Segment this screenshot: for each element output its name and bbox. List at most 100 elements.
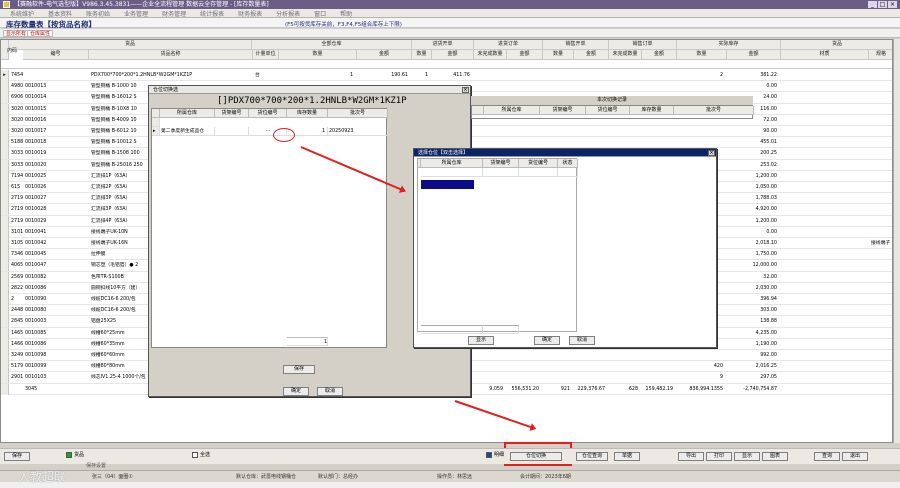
cell-a3[interactable]	[507, 70, 541, 81]
document-button[interactable]: 单据	[614, 452, 640, 461]
sel-filter-location[interactable]	[519, 168, 558, 177]
loc-col-batch[interactable]: 批次号	[328, 109, 388, 118]
cell-a4[interactable]	[574, 372, 607, 383]
cell-spec[interactable]	[869, 283, 892, 294]
cell-a6[interactable]: 12,000.00	[727, 260, 779, 271]
chart-button[interactable]: 图表	[762, 452, 788, 461]
cell-a4[interactable]	[574, 361, 607, 372]
col-actual-qty[interactable]: 数量	[677, 50, 727, 60]
cell-a5[interactable]: 159,482.19	[642, 384, 675, 395]
cell-a6[interactable]: 32.00	[727, 272, 779, 283]
cell-q3[interactable]	[474, 372, 505, 383]
cell-code[interactable]: 0010028	[23, 204, 89, 215]
cell-a6[interactable]: 1,200.00	[727, 171, 779, 182]
sel-col-warehouse[interactable]: 所属仓库	[421, 159, 483, 168]
cell-spec[interactable]	[869, 316, 892, 327]
cell-id[interactable]: 2448	[9, 305, 23, 316]
cell-code[interactable]: 0010019	[23, 148, 89, 159]
cell-unit[interactable]: 台	[253, 70, 279, 81]
sel-filter-warehouse[interactable]	[421, 168, 483, 177]
cell-spec[interactable]	[869, 193, 892, 204]
cell-mat[interactable]	[781, 92, 867, 103]
cell-amt[interactable]: 190.61	[357, 70, 410, 81]
cell-code[interactable]: 3045	[23, 384, 89, 395]
cell-id[interactable]: 51886	[9, 137, 23, 148]
cell-mat[interactable]	[781, 260, 867, 271]
cell-spec[interactable]: 接线端子	[869, 238, 892, 249]
select-show-button[interactable]: 显示	[468, 336, 494, 345]
cell-code[interactable]: 0010020	[23, 160, 89, 171]
cell-q6[interactable]: 420	[677, 361, 725, 372]
cell-code[interactable]: 0010025	[23, 171, 89, 182]
cell-q6[interactable]	[677, 81, 725, 92]
cell-code[interactable]: 0010086	[23, 339, 89, 350]
cell-q5[interactable]	[609, 361, 640, 372]
sel-col-shelf[interactable]: 货架编号	[483, 159, 519, 168]
cell-mat[interactable]	[781, 216, 867, 227]
sel-filter-status[interactable]	[558, 168, 578, 177]
cell-a6[interactable]: 2,030.00	[727, 283, 779, 294]
cell-a3[interactable]	[507, 137, 541, 148]
cell-id[interactable]: 3249	[9, 350, 23, 361]
cell-code[interactable]: 0010029	[23, 216, 89, 227]
cell-code[interactable]: 0010103	[23, 372, 89, 383]
cell-id[interactable]	[9, 384, 23, 395]
hist-col-warehouse[interactable]: 所属仓库	[484, 106, 540, 115]
cell-a3[interactable]	[507, 361, 541, 372]
cell-a4[interactable]	[574, 137, 607, 148]
select-cancel-button[interactable]: 取消	[569, 336, 595, 345]
cell-a4[interactable]	[574, 126, 607, 137]
cell-a6[interactable]: 1,788.03	[727, 193, 779, 204]
col-so-amount[interactable]: 金额	[642, 50, 677, 60]
cell-q4[interactable]	[543, 81, 572, 92]
col-po-open-qty[interactable]: 未完成数量	[474, 50, 507, 60]
col-purchase-amount[interactable]: 金额	[432, 50, 474, 60]
cell-q5[interactable]	[609, 372, 640, 383]
cell-id[interactable]: 30335	[9, 160, 23, 171]
cell-code[interactable]: 0010018	[23, 137, 89, 148]
cell-id[interactable]: 29010	[9, 372, 23, 383]
cell-id[interactable]: 69064	[9, 92, 23, 103]
cell-mat[interactable]	[781, 249, 867, 260]
cell-q5[interactable]	[609, 81, 640, 92]
print-button[interactable]: 打印	[706, 452, 732, 461]
cell-id[interactable]: 28225	[9, 283, 23, 294]
col-purchase-qty[interactable]: 数量	[412, 50, 432, 60]
select-location-close-button[interactable]: ×	[708, 150, 715, 156]
cell-mat[interactable]	[781, 350, 867, 361]
cell-id[interactable]: 30334	[9, 148, 23, 159]
cell-a6[interactable]: 0.00	[727, 227, 779, 238]
menu-analysis[interactable]: 分析报表	[276, 9, 300, 18]
location-switch-close-button[interactable]: ×	[462, 87, 469, 93]
cell-a6[interactable]: 2,018.10	[727, 238, 779, 249]
cell-code[interactable]: 0010017	[23, 126, 89, 137]
cell-spec[interactable]	[869, 361, 892, 372]
select-table[interactable]: 所属仓库 货架编号 货位编号 状态	[417, 158, 578, 334]
save-setting-link[interactable]: 保存设置	[86, 462, 106, 469]
minimize-button[interactable]: _	[868, 1, 877, 8]
col-spec[interactable]: 规格	[869, 50, 892, 60]
menu-window[interactable]: 窗口	[314, 9, 326, 18]
cell-spec[interactable]	[869, 216, 892, 227]
cell-a4[interactable]	[574, 81, 607, 92]
cell-q4[interactable]	[543, 126, 572, 137]
cell-mat[interactable]	[781, 81, 867, 92]
history-table[interactable]: 所属仓库 货架编号 货位编号 库存数量 批次号	[471, 105, 754, 119]
cell-spec[interactable]	[869, 104, 892, 115]
location-save-button[interactable]: 保存	[283, 365, 315, 374]
cell-spec[interactable]	[869, 272, 892, 283]
cell-mat[interactable]	[781, 316, 867, 327]
cell-spec[interactable]	[869, 171, 892, 182]
cell-mat[interactable]	[781, 148, 867, 159]
cell-spec[interactable]	[869, 328, 892, 339]
cell-q2[interactable]: 1	[412, 70, 430, 81]
cell-a6[interactable]: 138.88	[727, 316, 779, 327]
cell-code[interactable]: 0010027	[23, 193, 89, 204]
cell-qty[interactable]: 1	[279, 70, 355, 81]
cell-a5[interactable]	[642, 372, 675, 383]
cell-id[interactable]: 14659	[9, 328, 23, 339]
hist-col-qty[interactable]: 库存数量	[630, 106, 674, 115]
search-button[interactable]: 查询	[814, 452, 840, 461]
cell-a3[interactable]	[507, 81, 541, 92]
select-highlight-row[interactable]	[421, 180, 474, 189]
